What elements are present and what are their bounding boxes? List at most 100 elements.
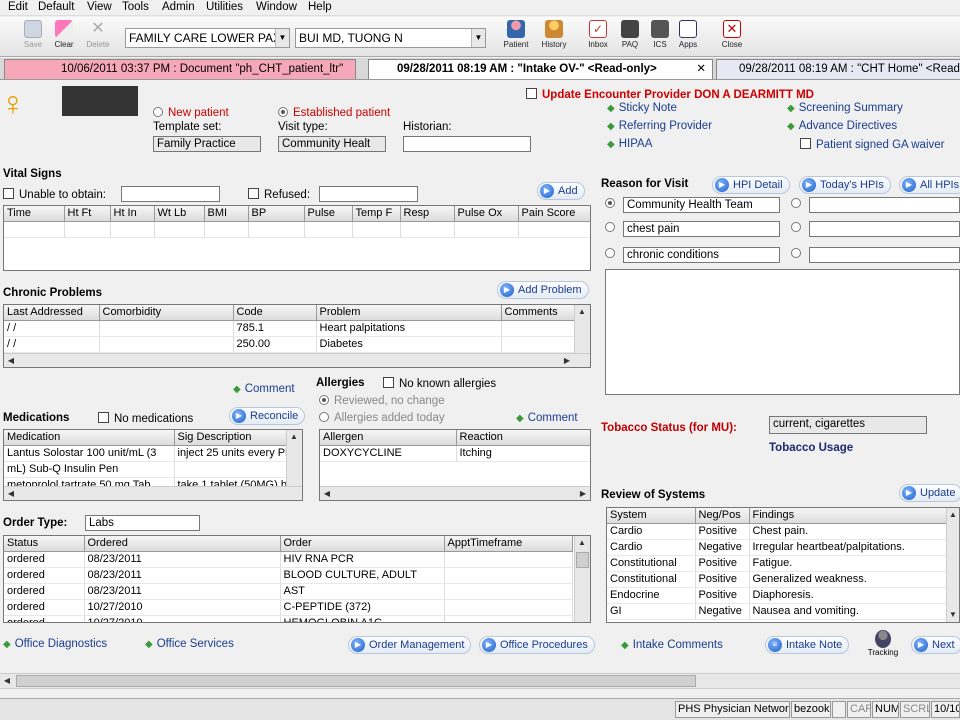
medications-grid[interactable]: Medication Sig Description Lantus Solost… (3, 429, 303, 501)
unable-to-obtain-checkbox[interactable]: Unable to obtain: (3, 188, 106, 201)
menu-utilities[interactable]: Utilities (206, 0, 243, 15)
tracking-button[interactable]: Tracking (866, 630, 900, 660)
table-row[interactable]: ordered 10/27/2010 C-PEPTIDE (372) (4, 599, 573, 616)
table-row[interactable]: DOXYCYCLINE Itching (320, 445, 590, 462)
next-button[interactable]: ▶ Next (911, 636, 960, 654)
reason-field-2[interactable]: chest pain (623, 221, 780, 237)
provider-select[interactable]: BUI MD, TUONG N ▼ (295, 28, 486, 48)
advance-directives-link[interactable]: ◆ Advance Directives (787, 120, 897, 132)
col-pulse-ox[interactable]: Pulse Ox (454, 206, 519, 222)
menu-edit[interactable]: Edit (8, 0, 28, 15)
close-button[interactable]: ✕ Close (714, 18, 750, 56)
todays-hpis-button[interactable]: ▶ Today's HPIs (799, 176, 891, 194)
col-bp[interactable]: BP (248, 206, 305, 222)
menu-tools[interactable]: Tools (122, 0, 149, 15)
col-sig[interactable]: Sig Description (174, 430, 289, 446)
visit-type-field[interactable]: Community Healt (278, 136, 386, 152)
tab-intake[interactable]: 09/28/2011 08:19 AM : "Intake OV-" <Read… (368, 59, 713, 79)
scroll-left-icon[interactable]: ◀ (320, 487, 334, 500)
table-row[interactable]: / / 250.00 Diabetes (4, 336, 577, 353)
col-pulse[interactable]: Pulse (304, 206, 353, 222)
reason-radio-3[interactable] (605, 248, 620, 260)
allergies-comment-link[interactable]: ◆ Comment (516, 412, 578, 424)
table-row[interactable]: ordered 08/23/2011 BLOOD CULTURE, ADULT (4, 567, 573, 584)
vertical-scrollbar[interactable]: ▲ (574, 305, 590, 353)
table-row[interactable]: / / 785.1 Heart palpitations (4, 320, 577, 337)
tab-document[interactable]: 10/06/2011 03:37 PM : Document "ph_CHT_p… (4, 59, 356, 79)
unable-to-obtain-field[interactable] (121, 186, 220, 202)
intake-comments-link[interactable]: ◆ Intake Comments (621, 639, 723, 651)
vertical-scrollbar[interactable]: ▲ (574, 536, 590, 622)
no-medications-checkbox[interactable]: No medications (98, 412, 193, 425)
scroll-thumb[interactable] (576, 552, 589, 568)
reason-radio-1[interactable] (605, 198, 620, 210)
new-patient-radio[interactable]: New patient (153, 107, 229, 119)
reason-field-4[interactable] (809, 197, 960, 213)
col-findings[interactable]: Findings (749, 508, 948, 524)
tobacco-usage-link[interactable]: Tobacco Usage (769, 442, 853, 454)
reconcile-button[interactable]: ▶ Reconcile (229, 407, 306, 425)
table-row[interactable]: GI Negative Nausea and vomiting. (607, 603, 948, 620)
col-comorbidity[interactable]: Comorbidity (99, 305, 234, 321)
table-row[interactable]: ordered 08/23/2011 AST (4, 583, 573, 600)
refused-checkbox[interactable]: Refused: (248, 188, 310, 201)
col-pain-score[interactable]: Pain Score (518, 206, 590, 222)
ros-grid[interactable]: System Neg/Pos Findings Cardio Positive Ch… (606, 507, 960, 623)
chronic-problems-grid[interactable]: Last Addressed Comorbidity Code Problem … (3, 304, 591, 368)
col-last-addressed[interactable]: Last Addressed (4, 305, 100, 321)
table-row[interactable]: Constitutional Positive Fatigue. (607, 555, 948, 572)
menu-view[interactable]: View (87, 0, 112, 15)
reviewed-no-change-radio[interactable]: Reviewed, no change (319, 395, 445, 407)
update-ros-button[interactable]: ▶ Update (899, 484, 960, 502)
col-time[interactable]: Time (4, 206, 65, 222)
scroll-left-icon[interactable]: ◀ (4, 354, 18, 367)
col-allergen[interactable]: Allergen (320, 430, 457, 446)
referring-provider-link[interactable]: ◆ Referring Provider (607, 120, 712, 132)
delete-button[interactable]: ✕ Delete (80, 18, 116, 56)
col-code[interactable]: Code (233, 305, 317, 321)
all-hpis-button[interactable]: ▶ All HPIs (899, 176, 960, 194)
col-neg-pos[interactable]: Neg/Pos (695, 508, 750, 524)
established-patient-radio[interactable]: Established patient (278, 107, 390, 119)
location-select[interactable]: FAMILY CARE LOWER PAX ▼ (125, 28, 290, 48)
scroll-up-icon[interactable]: ▲ (575, 305, 589, 319)
scroll-right-icon[interactable]: ▶ (576, 487, 590, 500)
close-tab-icon[interactable]: ✕ (696, 60, 706, 79)
reason-notes-area[interactable] (605, 269, 960, 395)
page-horizontal-scrollbar[interactable]: ◀ (0, 673, 960, 689)
table-row[interactable]: ordered 08/23/2011 HIV RNA PCR (4, 551, 573, 568)
tab-cht-home[interactable]: 09/28/2011 08:19 AM : "CHT Home" <Read-o… (716, 59, 960, 79)
scroll-up-icon[interactable]: ▲ (287, 430, 301, 444)
table-row[interactable]: Constitutional Positive Generalized weakne… (607, 571, 948, 588)
orders-grid[interactable]: Status Ordered Order ApptTimeframe order… (3, 535, 591, 623)
col-resp[interactable]: Resp (400, 206, 455, 222)
col-comments[interactable]: Comments (501, 305, 577, 321)
reason-field-5[interactable] (809, 221, 960, 237)
template-set-field[interactable]: Family Practice (153, 136, 261, 152)
col-reaction[interactable]: Reaction (456, 430, 590, 446)
reason-radio-2[interactable] (605, 222, 620, 234)
hpi-detail-button[interactable]: ▶ HPI Detail (712, 176, 790, 194)
col-ordered[interactable]: Ordered (84, 536, 281, 552)
historian-field[interactable] (403, 136, 531, 152)
vertical-scrollbar[interactable]: ▲ ▼ (946, 508, 959, 622)
col-ht-ft[interactable]: Ht Ft (64, 206, 111, 222)
reason-radio-4[interactable] (791, 198, 806, 210)
allergies-grid[interactable]: Allergen Reaction DOXYCYCLINE Itching ◀ ▶ (319, 429, 591, 501)
col-order[interactable]: Order (280, 536, 445, 552)
reason-radio-5[interactable] (791, 222, 806, 234)
add-vitals-button[interactable]: ▶ Add (537, 182, 585, 200)
table-row[interactable]: Cardio Negative Irregular heartbeat/palpit… (607, 539, 948, 556)
reason-field-1[interactable]: Community Health Team (623, 197, 780, 213)
intake-note-button[interactable]: ≡ Intake Note (765, 636, 850, 654)
col-medication[interactable]: Medication (4, 430, 175, 446)
vertical-scrollbar[interactable]: ▲ (286, 430, 302, 486)
col-system[interactable]: System (607, 508, 696, 524)
menu-admin[interactable]: Admin (162, 0, 195, 15)
order-management-button[interactable]: ▶ Order Management (348, 636, 472, 654)
col-ht-in[interactable]: Ht In (110, 206, 155, 222)
medications-comment-link[interactable]: ◆ Comment (233, 383, 295, 395)
reason-field-3[interactable]: chronic conditions (623, 247, 780, 263)
table-row[interactable]: Cardio Positive Chest pain. (607, 523, 948, 540)
office-diagnostics-link[interactable]: ◆ Office Diagnostics (3, 638, 107, 650)
